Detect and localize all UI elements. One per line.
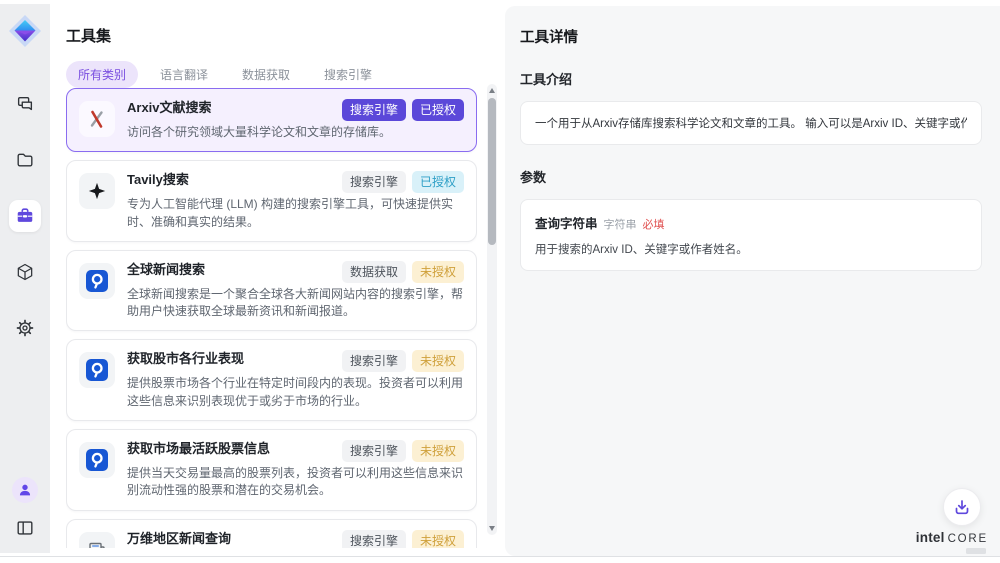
intel-core-logo: intelcore (916, 530, 988, 554)
tool-name: Tavily搜索 (127, 171, 189, 188)
scroll-up-arrow[interactable] (489, 88, 495, 93)
search-blue-icon (79, 442, 115, 478)
app-logo-diamond (8, 14, 42, 48)
tool-card[interactable]: 全球新闻搜索 数据获取 未授权 全球新闻搜索是一个聚合全球各大新闻网站内容的搜索… (66, 250, 477, 332)
params-heading: 参数 (520, 167, 982, 186)
tool-collection-panel: 工具集 所有类别语言翻译数据获取搜索引擎 Arxiv文献搜索 搜索引擎 已授权 … (50, 4, 505, 553)
user-avatar[interactable] (12, 477, 38, 503)
tool-card[interactable]: Arxiv文献搜索 搜索引擎 已授权 访问各个研究领域大量科学论文和文章的存储库… (66, 88, 477, 152)
page-title: 工具集 (66, 25, 505, 46)
tool-card[interactable]: Tavily搜索 搜索引擎 已授权 专为人工智能代理 (LLM) 构建的搜索引擎… (66, 160, 477, 242)
auth-status-badge: 已授权 (412, 171, 464, 193)
intel-brand-text: intel (916, 530, 945, 545)
category-badge: 数据获取 (342, 261, 406, 283)
tool-card[interactable]: 获取市场最活跃股票信息 搜索引擎 未授权 提供当天交易量最高的股票列表，投资者可… (66, 429, 477, 511)
tool-name: 万维地区新闻查询 (127, 530, 231, 547)
tool-description: 专为人工智能代理 (LLM) 构建的搜索引擎工具，可快速提供实时、准确和真实的结… (127, 196, 464, 231)
tavily-star-icon (79, 173, 115, 209)
intro-box: 一个用于从Arxiv存储库搜索科学论文和文章的工具。 输入可以是Arxiv ID… (520, 101, 982, 145)
tool-name: Arxiv文献搜索 (127, 99, 212, 116)
app-window: 工具集 所有类别语言翻译数据获取搜索引擎 Arxiv文献搜索 搜索引擎 已授权 … (0, 0, 1000, 563)
intro-heading: 工具介绍 (520, 69, 982, 88)
toolbox-icon[interactable] (9, 200, 41, 232)
category-badge: 搜索引擎 (342, 530, 406, 548)
newspaper-icon (79, 532, 115, 548)
folder-icon[interactable] (9, 144, 41, 176)
search-blue-icon (79, 352, 115, 388)
settings-icon[interactable] (9, 312, 41, 344)
intro-text: 一个用于从Arxiv存储库搜索科学论文和文章的工具。 输入可以是Arxiv ID… (535, 115, 967, 131)
tool-description: 提供股票市场各个行业在特定时间段内的表现。投资者可以利用这些信息来识别表现优于或… (127, 375, 464, 410)
param-description: 用于搜索的Arxiv ID、关键字或作者姓名。 (535, 241, 967, 257)
auth-status-badge: 未授权 (412, 530, 464, 548)
category-tab[interactable]: 数据获取 (230, 61, 302, 88)
scroll-down-arrow[interactable] (489, 526, 495, 531)
category-badge: 搜索引擎 (342, 171, 406, 193)
core-brand-text: core (948, 533, 988, 545)
tool-name: 获取市场最活跃股票信息 (127, 440, 270, 457)
download-icon (952, 497, 972, 517)
auth-status-badge: 已授权 (412, 99, 464, 121)
detail-title: 工具详情 (520, 26, 982, 47)
chat-icon[interactable] (9, 88, 41, 120)
sidebar (0, 4, 50, 553)
param-name: 查询字符串 (535, 213, 598, 232)
category-tab[interactable]: 语言翻译 (148, 61, 220, 88)
tool-name: 全球新闻搜索 (127, 261, 205, 278)
auth-status-badge: 未授权 (412, 350, 464, 372)
tool-detail-panel: 工具详情 工具介绍 一个用于从Arxiv存储库搜索科学论文和文章的工具。 输入可… (505, 6, 1000, 556)
tool-card[interactable]: 获取股市各行业表现 搜索引擎 未授权 提供股票市场各个行业在特定时间段内的表现。… (66, 339, 477, 421)
search-blue-icon (79, 263, 115, 299)
category-badge: 搜索引擎 (342, 350, 406, 372)
sidebar-bottom (12, 477, 38, 541)
parameter-box: 查询字符串 字符串 必填 用于搜索的Arxiv ID、关键字或作者姓名。 (520, 199, 982, 271)
scrollbar-thumb[interactable] (488, 98, 496, 245)
auth-status-badge: 未授权 (412, 440, 464, 462)
window-bottom-border (0, 556, 1000, 557)
cube-icon[interactable] (9, 256, 41, 288)
tool-description: 访问各个研究领域大量科学论文和文章的存储库。 (127, 124, 464, 141)
download-button[interactable] (943, 488, 981, 526)
arxiv-logo-icon (79, 101, 115, 137)
param-required-badge: 必填 (643, 216, 665, 232)
category-tab[interactable]: 所有类别 (66, 61, 138, 88)
sidebar-nav (9, 88, 41, 344)
ultra-badge (966, 548, 986, 554)
tool-description: 提供当天交易量最高的股票列表，投资者可以利用这些信息来识别流动性强的股票和潜在的… (127, 465, 464, 500)
collapse-panel-icon[interactable] (12, 515, 38, 541)
auth-status-badge: 未授权 (412, 261, 464, 283)
tool-list: Arxiv文献搜索 搜索引擎 已授权 访问各个研究领域大量科学论文和文章的存储库… (66, 88, 477, 548)
tool-card[interactable]: 万维地区新闻查询 搜索引擎 未授权 查询具体行政区划内的新闻，快速了解各地新闻动 (66, 519, 477, 548)
scrollbar[interactable] (487, 84, 497, 535)
category-badge: 搜索引擎 (342, 440, 406, 462)
tool-name: 获取股市各行业表现 (127, 350, 244, 367)
category-tab[interactable]: 搜索引擎 (312, 61, 384, 88)
category-badge: 搜索引擎 (342, 99, 406, 121)
param-type: 字符串 (604, 216, 637, 232)
category-tabs: 所有类别语言翻译数据获取搜索引擎 (66, 61, 505, 88)
tool-description: 全球新闻搜索是一个聚合全球各大新闻网站内容的搜索引擎，帮助用户快速获取全球最新资… (127, 286, 464, 321)
